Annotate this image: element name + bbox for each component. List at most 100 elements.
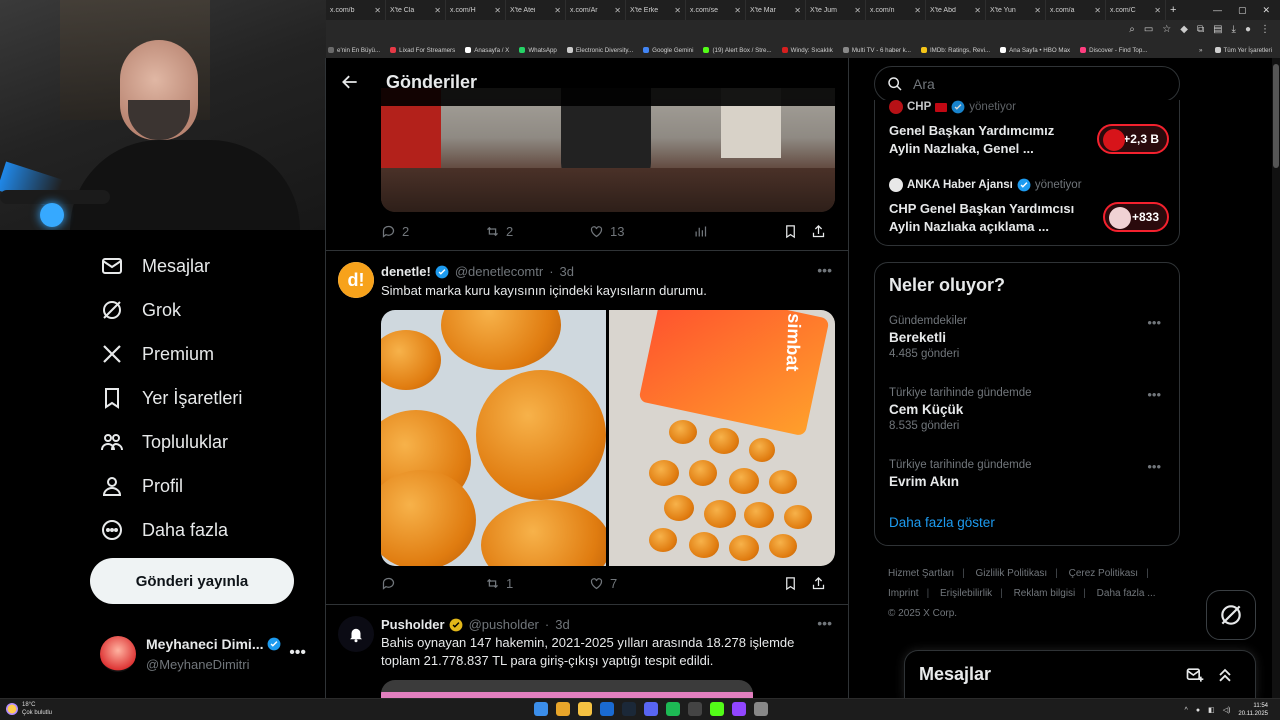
author-name[interactable]: denetle! xyxy=(381,264,431,279)
bookmark-button[interactable] xyxy=(783,576,811,591)
bookmark-item[interactable]: Windy: Sıcaklık xyxy=(781,47,833,54)
browser-tab[interactable]: X'te Atei ✕ xyxy=(506,0,566,20)
back-arrow-icon[interactable] xyxy=(340,72,360,92)
browser-tab[interactable]: X'te Yun ✕ xyxy=(986,0,1046,20)
footer-link[interactable]: Hizmet Şartları xyxy=(888,568,954,579)
nav-item-messages[interactable]: Mesajlar xyxy=(100,254,210,278)
epic-games-icon[interactable] xyxy=(688,702,702,716)
browser-tab[interactable]: X'te Cla ✕ xyxy=(386,0,446,20)
bookmark-item[interactable]: Google Gemini xyxy=(643,47,693,54)
bookmark-star-icon[interactable]: ☆ xyxy=(1162,24,1171,35)
share-button[interactable] xyxy=(811,576,831,591)
avatar[interactable]: d! xyxy=(338,262,374,298)
more-dots-icon[interactable]: ••• xyxy=(1147,459,1161,474)
trend-item[interactable]: Türkiye tarihinde gündemde Cem Küçük 8.5… xyxy=(889,387,1169,432)
grok-floating-button[interactable] xyxy=(1206,590,1256,640)
author-handle[interactable]: @denetlecomtr xyxy=(455,264,543,279)
post-time[interactable]: 3d xyxy=(560,264,574,279)
more-dots-icon[interactable]: ••• xyxy=(1147,387,1161,402)
chevron-right-icon[interactable]: » xyxy=(1199,47,1202,54)
more-dots-icon[interactable]: ••• xyxy=(1147,315,1161,330)
more-dots-icon[interactable]: ••• xyxy=(817,615,832,631)
cast-icon[interactable]: ▭ xyxy=(1144,24,1153,35)
file-explorer-icon[interactable] xyxy=(578,702,592,716)
author-name[interactable]: Pusholder xyxy=(381,617,445,632)
kick-icon[interactable] xyxy=(710,702,724,716)
minimize-icon[interactable]: — xyxy=(1213,5,1222,16)
network-icon[interactable]: ◧ xyxy=(1208,706,1215,714)
volume-icon[interactable]: ◁) xyxy=(1223,706,1231,714)
reply-button[interactable] xyxy=(381,576,485,591)
browser-tab[interactable]: x.com/a ✕ xyxy=(1046,0,1106,20)
media-image-left[interactable] xyxy=(381,310,606,566)
bookmark-item[interactable]: Anasayfa / X xyxy=(465,47,509,54)
nav-item-profile[interactable]: Profil xyxy=(100,474,183,498)
post-image[interactable] xyxy=(381,88,835,212)
more-dots-icon[interactable]: ••• xyxy=(289,644,306,662)
close-icon[interactable]: ✕ xyxy=(1034,6,1041,15)
maximize-icon[interactable]: ▢ xyxy=(1238,5,1247,16)
scrollbar-thumb[interactable] xyxy=(1273,64,1279,168)
avatar[interactable] xyxy=(338,616,374,652)
bookmark-item[interactable]: IMDb: Ratings, Revi... xyxy=(920,47,990,54)
messages-drawer[interactable]: Mesajlar xyxy=(904,650,1256,700)
bookmark-item[interactable]: Multi TV - 6 haber k... xyxy=(842,47,911,54)
profile-avatar-icon[interactable]: ● xyxy=(1245,24,1251,35)
all-bookmarks-folder[interactable]: Tüm Yer İşaretleri xyxy=(1214,47,1272,54)
downloads-icon[interactable]: ⤓ xyxy=(1232,24,1236,35)
browser-tab[interactable]: X'te Abd ✕ xyxy=(926,0,986,20)
close-icon[interactable]: ✕ xyxy=(854,6,861,15)
browser-tab[interactable]: x.com/Ar ✕ xyxy=(566,0,626,20)
close-icon[interactable]: ✕ xyxy=(494,6,501,15)
browser-tab[interactable]: X'te Jum ✕ xyxy=(806,0,866,20)
zoom-icon[interactable]: ⌕ xyxy=(1129,24,1135,35)
close-icon[interactable]: ✕ xyxy=(674,6,681,15)
browser-tab[interactable]: x.com/b ✕ xyxy=(326,0,386,20)
like-button[interactable]: 7 xyxy=(589,576,693,591)
outlook-icon[interactable] xyxy=(600,702,614,716)
trend-item[interactable]: Gündemdekiler Bereketli 4.485 gönderi ••… xyxy=(889,315,1169,360)
bookmark-item[interactable]: Electronic Diversity... xyxy=(566,47,633,54)
footer-link[interactable]: Imprint xyxy=(888,588,919,599)
nav-item-grok[interactable]: Grok xyxy=(100,298,181,322)
footer-link[interactable]: Reklam bilgisi xyxy=(1014,588,1076,599)
browser-tab[interactable]: x.com/se ✕ xyxy=(686,0,746,20)
more-dots-icon[interactable]: ••• xyxy=(817,262,832,278)
news-item[interactable]: CHP yönetiyor Genel Başkan Yardımcımız A… xyxy=(889,100,1169,156)
steam-icon[interactable] xyxy=(622,702,636,716)
trend-item[interactable]: Türkiye tarihinde gündemde Evrim Akın ••… xyxy=(889,459,1169,489)
close-icon[interactable]: ✕ xyxy=(434,6,441,15)
repost-button[interactable]: 1 xyxy=(485,576,589,591)
bookmark-item[interactable]: Lixad For Streamers xyxy=(390,47,455,54)
reply-button[interactable]: 2 xyxy=(381,224,485,239)
bookmark-button[interactable] xyxy=(783,224,811,239)
share-button[interactable] xyxy=(811,224,831,239)
footer-link[interactable]: Daha fazla ... xyxy=(1097,588,1156,599)
post-media[interactable]: simbat xyxy=(381,310,835,566)
new-message-icon[interactable] xyxy=(1185,665,1205,685)
settings-gear-icon[interactable] xyxy=(754,702,768,716)
close-icon[interactable]: ✕ xyxy=(914,6,921,15)
browser-tab[interactable]: x.com/n ✕ xyxy=(866,0,926,20)
views-button[interactable] xyxy=(693,224,783,239)
repost-button[interactable]: 2 xyxy=(485,224,589,239)
discord-icon[interactable] xyxy=(644,702,658,716)
chevron-up-icon[interactable]: ^ xyxy=(1185,707,1188,714)
chevron-double-up-icon[interactable] xyxy=(1215,665,1235,685)
close-icon[interactable]: ✕ xyxy=(374,6,381,15)
browser-tab[interactable]: X'te Mar ✕ xyxy=(746,0,806,20)
post-button[interactable]: Gönderi yayınla xyxy=(90,558,294,604)
footer-link[interactable]: Gizlilik Politikası xyxy=(976,568,1048,579)
like-button[interactable]: 13 xyxy=(589,224,693,239)
news-count-pill[interactable]: +833 xyxy=(1103,202,1169,232)
extensions-puzzle-icon[interactable]: ⧉ xyxy=(1197,24,1204,35)
footer-link[interactable]: Çerez Politikası xyxy=(1069,568,1138,579)
chrome-icon[interactable] xyxy=(556,702,570,716)
bookmark-item[interactable]: Ana Sayfa • HBO Max xyxy=(1000,47,1070,54)
nav-item-bookmarks[interactable]: Yer İşaretleri xyxy=(100,386,242,410)
bookmark-item[interactable]: WhatsApp xyxy=(519,47,557,54)
bookmark-item[interactable]: (19) Alert Box / Stre... xyxy=(703,47,772,54)
nav-item-premium[interactable]: Premium xyxy=(100,342,214,366)
split-view-icon[interactable]: ▤ xyxy=(1213,24,1222,35)
close-icon[interactable]: ✕ xyxy=(794,6,801,15)
